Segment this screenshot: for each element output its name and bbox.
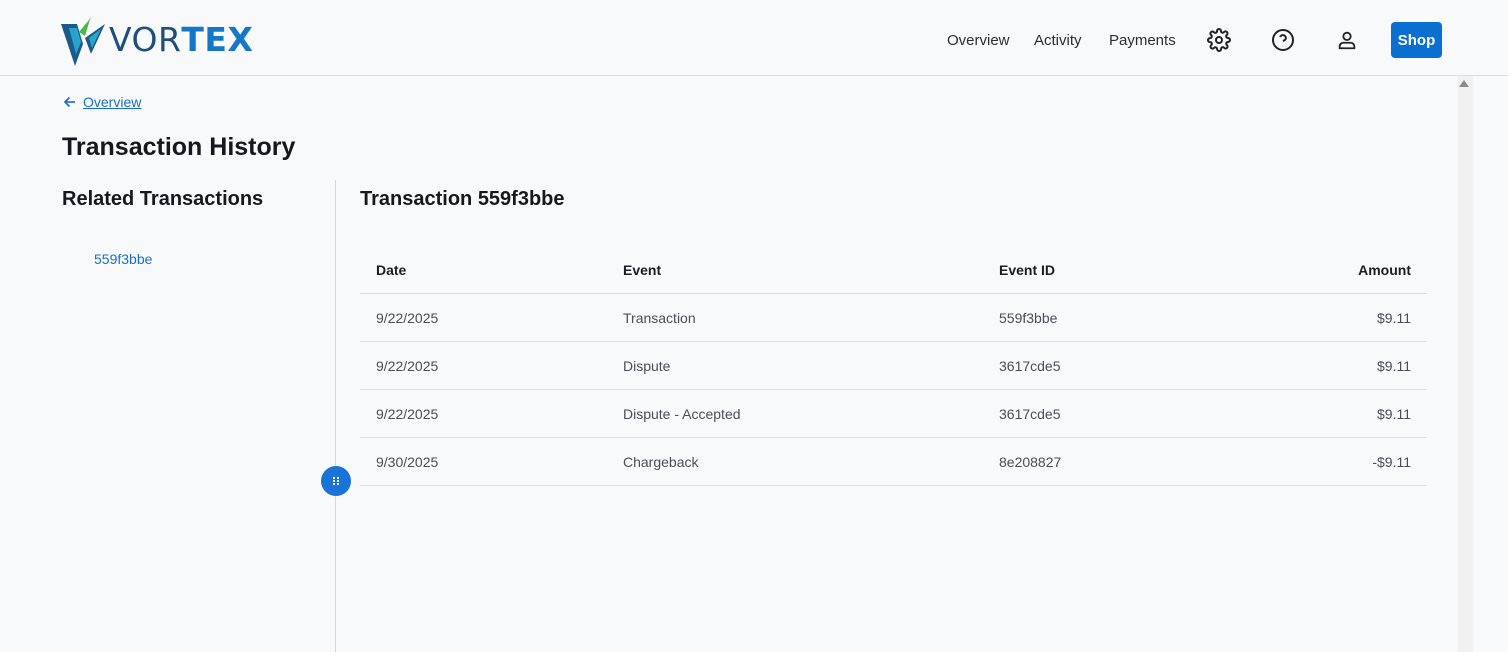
brand-wordmark: VORTEX bbox=[109, 14, 253, 66]
nav-payments[interactable]: Payments bbox=[1109, 32, 1176, 49]
column-header-amount: Amount bbox=[1275, 246, 1427, 294]
top-header: VORTEX Overview Activity Payments Shop bbox=[0, 0, 1508, 76]
table-row: 9/22/2025 Transaction 559f3bbe $9.11 bbox=[360, 293, 1427, 342]
column-header-date: Date bbox=[360, 246, 607, 294]
pane-divider bbox=[335, 180, 336, 652]
arrow-left-icon bbox=[63, 96, 75, 108]
cell-event-id: 559f3bbe bbox=[983, 293, 1275, 342]
cell-date: 9/22/2025 bbox=[360, 293, 607, 342]
shop-button[interactable]: Shop bbox=[1391, 22, 1442, 58]
transaction-title: Transaction 559f3bbe bbox=[360, 188, 565, 210]
table-row: 9/22/2025 Dispute - Accepted 3617cde5 $9… bbox=[360, 389, 1427, 438]
vertical-scrollbar[interactable] bbox=[1458, 76, 1473, 652]
cell-amount: $9.11 bbox=[1275, 389, 1427, 438]
scroll-up-arrow-icon[interactable] bbox=[1459, 80, 1469, 87]
gear-icon bbox=[1207, 28, 1231, 52]
user-icon bbox=[1338, 31, 1356, 50]
help-button[interactable] bbox=[1269, 26, 1297, 54]
settings-button[interactable] bbox=[1205, 26, 1233, 54]
related-transactions-title: Related Transactions bbox=[62, 188, 264, 210]
page-title: Transaction History bbox=[62, 133, 296, 161]
cell-amount: $9.11 bbox=[1275, 341, 1427, 390]
cell-event: Dispute bbox=[607, 341, 983, 390]
table-header-row: Date Event Event ID Amount bbox=[360, 246, 1427, 294]
vortex-logo-icon bbox=[61, 16, 105, 66]
cell-event: Transaction bbox=[607, 293, 983, 342]
drag-dots-icon bbox=[332, 476, 340, 486]
cell-event: Chargeback bbox=[607, 437, 983, 486]
back-to-overview-link[interactable]: Overview bbox=[63, 94, 141, 110]
cell-date: 9/22/2025 bbox=[360, 389, 607, 438]
cell-amount: -$9.11 bbox=[1275, 437, 1427, 486]
nav-overview[interactable]: Overview bbox=[947, 32, 1010, 49]
cell-event-id: 8e208827 bbox=[983, 437, 1275, 486]
cell-event-id: 3617cde5 bbox=[983, 389, 1275, 438]
transaction-table: Date Event Event ID Amount 9/22/2025 Tra… bbox=[360, 246, 1427, 486]
back-link-label: Overview bbox=[83, 94, 142, 110]
column-header-event: Event bbox=[607, 246, 983, 294]
related-transaction-link[interactable]: 559f3bbe bbox=[94, 251, 152, 267]
column-header-event-id: Event ID bbox=[983, 246, 1275, 294]
pane-resize-handle[interactable] bbox=[321, 466, 351, 496]
vortex-logo[interactable]: VORTEX bbox=[61, 14, 253, 66]
account-button[interactable] bbox=[1333, 26, 1361, 54]
cell-amount: $9.11 bbox=[1275, 293, 1427, 342]
brand-name-bold: TEX bbox=[181, 20, 254, 59]
brand-name-light: VOR bbox=[109, 20, 182, 59]
table-row: 9/22/2025 Dispute 3617cde5 $9.11 bbox=[360, 341, 1427, 390]
cell-date: 9/22/2025 bbox=[360, 341, 607, 390]
nav-activity[interactable]: Activity bbox=[1034, 32, 1082, 49]
help-icon bbox=[1272, 29, 1294, 51]
cell-event-id: 3617cde5 bbox=[983, 341, 1275, 390]
cell-date: 9/30/2025 bbox=[360, 437, 607, 486]
table-row: 9/30/2025 Chargeback 8e208827 -$9.11 bbox=[360, 437, 1427, 486]
cell-event: Dispute - Accepted bbox=[607, 389, 983, 438]
